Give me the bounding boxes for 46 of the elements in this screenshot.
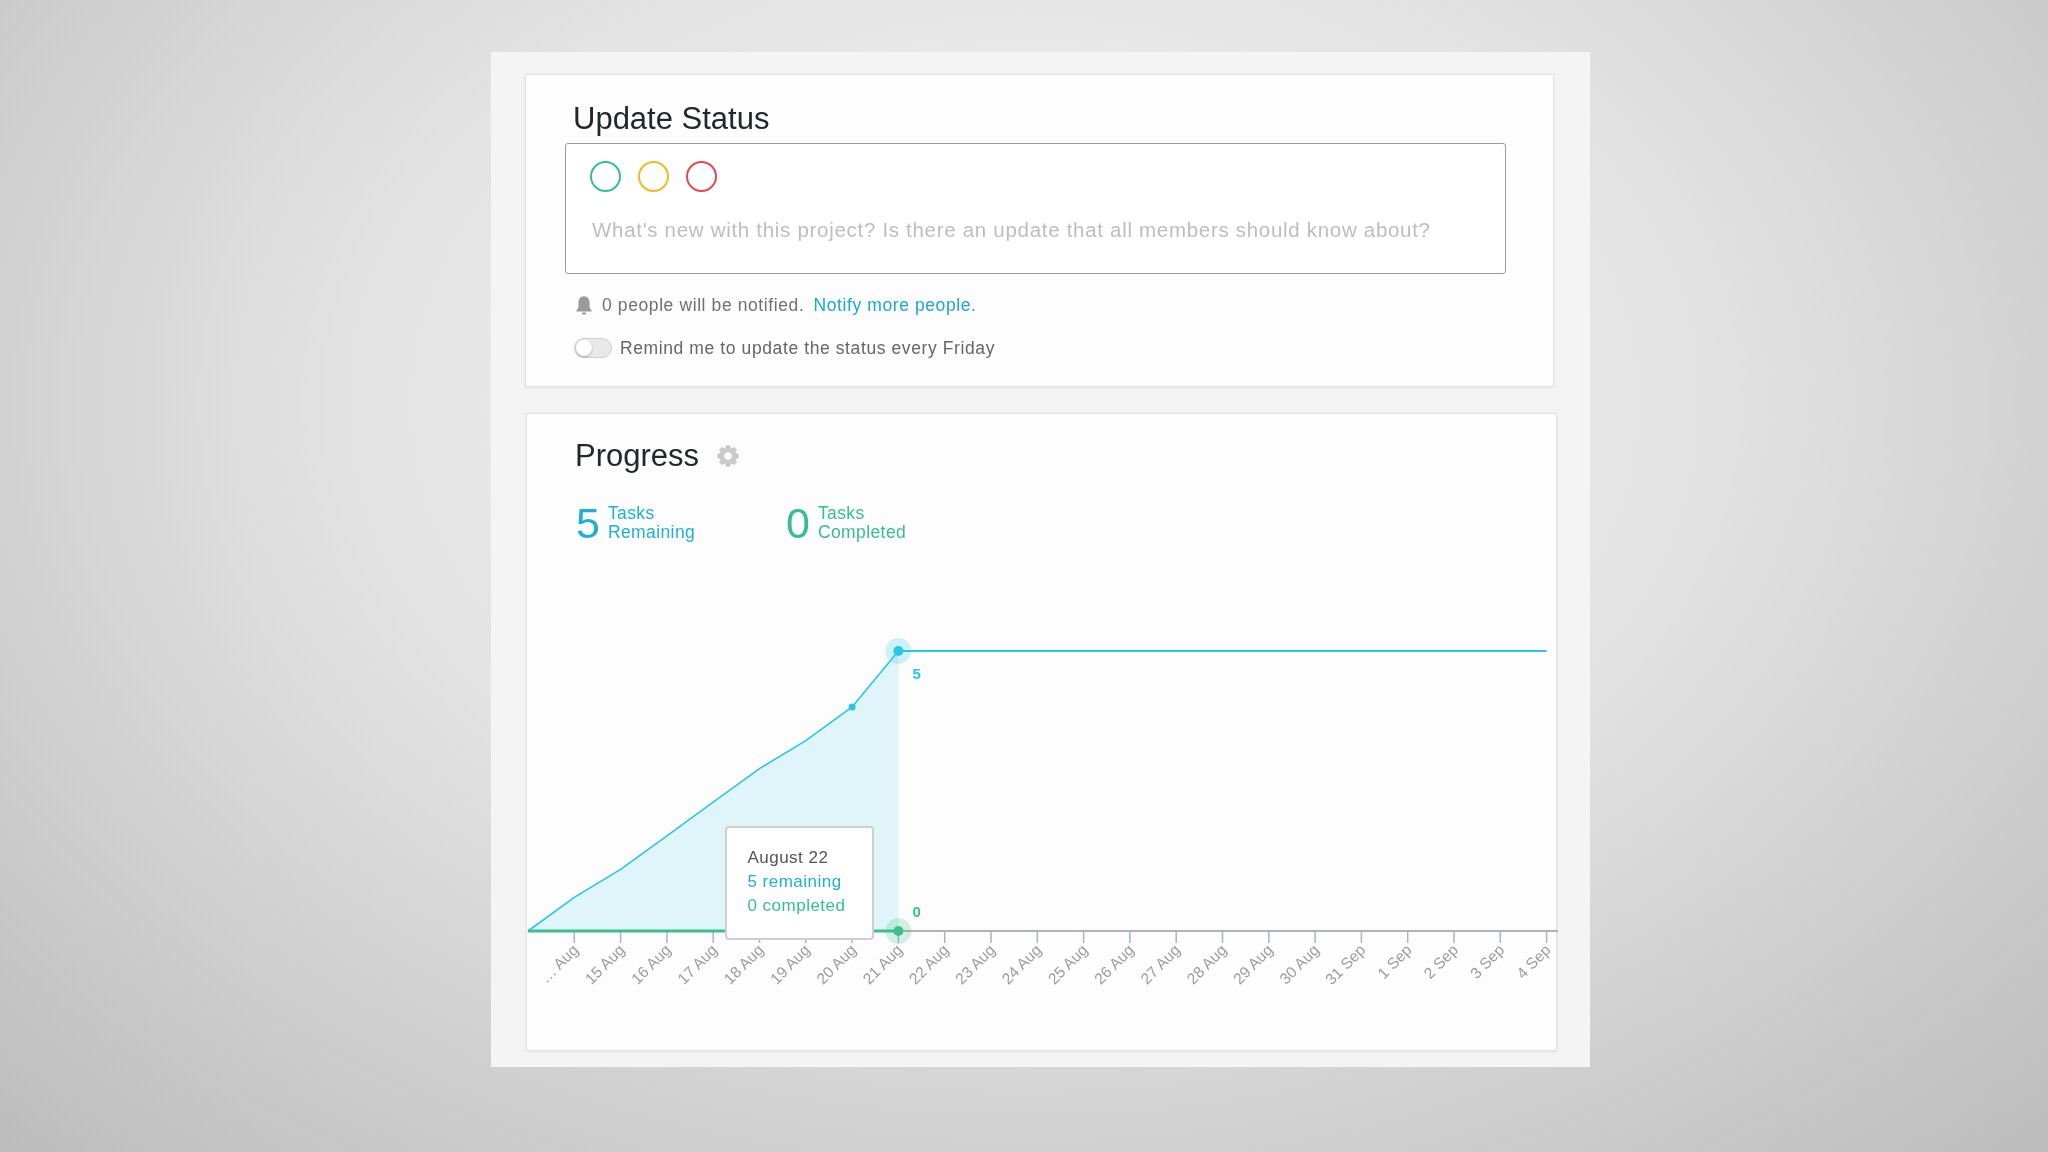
tooltip-line: 0 completed <box>747 895 846 917</box>
status-radio[interactable] <box>638 161 669 192</box>
reminder-label: Remind me to update the status every Friday <box>620 337 995 359</box>
axis-label: 28 Aug <box>1183 941 1230 988</box>
axis-label: 18 Aug <box>720 941 767 988</box>
axis-label: 30 Aug <box>1276 941 1323 988</box>
tooltip-line: 5 remaining <box>747 871 842 893</box>
axis-label: 3 Sep <box>1466 941 1508 982</box>
axis-label: 23 Aug <box>951 941 999 988</box>
highlight-point[interactable] <box>885 638 912 664</box>
data-point <box>848 703 856 711</box>
tooltip-title: August 22 <box>747 847 829 869</box>
status-input[interactable]: What's new with this project? Is there an update that all members should know about? <box>592 217 1492 243</box>
card-title: Update Status <box>573 101 771 137</box>
notify-count-text: 0 people will be notified. <box>602 294 805 316</box>
data-label: 0 <box>912 903 921 920</box>
stat-value: 0 <box>786 503 810 543</box>
data-label: 5 <box>912 665 921 682</box>
axis-label: 16 Aug <box>627 941 674 988</box>
stat-value: 5 <box>576 503 600 543</box>
settings-icon[interactable] <box>716 444 741 468</box>
stat-label: Tasks Remaining <box>607 504 696 542</box>
status-radio[interactable] <box>590 161 621 192</box>
axis-label: 25 Aug <box>1044 941 1091 988</box>
axis-label: 19 Aug <box>766 941 813 988</box>
axis-label: 20 Aug <box>813 941 860 988</box>
axis-label: 4 Sep <box>1513 941 1554 982</box>
card-title: Progress <box>575 438 700 474</box>
axis-label: 21 Aug <box>859 941 906 988</box>
axis-label: 1 Sep <box>1374 941 1415 982</box>
status-radio[interactable] <box>686 161 717 192</box>
bell-icon <box>575 294 593 316</box>
axis-label: 29 Aug <box>1229 941 1276 988</box>
axis-label: … Aug <box>536 941 582 986</box>
axis-label: 26 Aug <box>1090 941 1137 988</box>
axis-label: 27 Aug <box>1137 941 1184 988</box>
axis-label: 24 Aug <box>998 941 1045 988</box>
axis-label: 15 Aug <box>581 941 628 988</box>
notify-more-link[interactable]: Notify more people. <box>813 294 977 316</box>
highlight-point[interactable] <box>885 918 912 944</box>
axis-label: 31 Sep <box>1321 941 1369 988</box>
stat-label: Tasks Completed <box>817 504 907 542</box>
axis-label: 22 Aug <box>905 941 952 988</box>
axis-label: 17 Aug <box>674 941 721 988</box>
reminder-toggle[interactable] <box>574 338 612 358</box>
axis-label: 2 Sep <box>1420 941 1462 982</box>
